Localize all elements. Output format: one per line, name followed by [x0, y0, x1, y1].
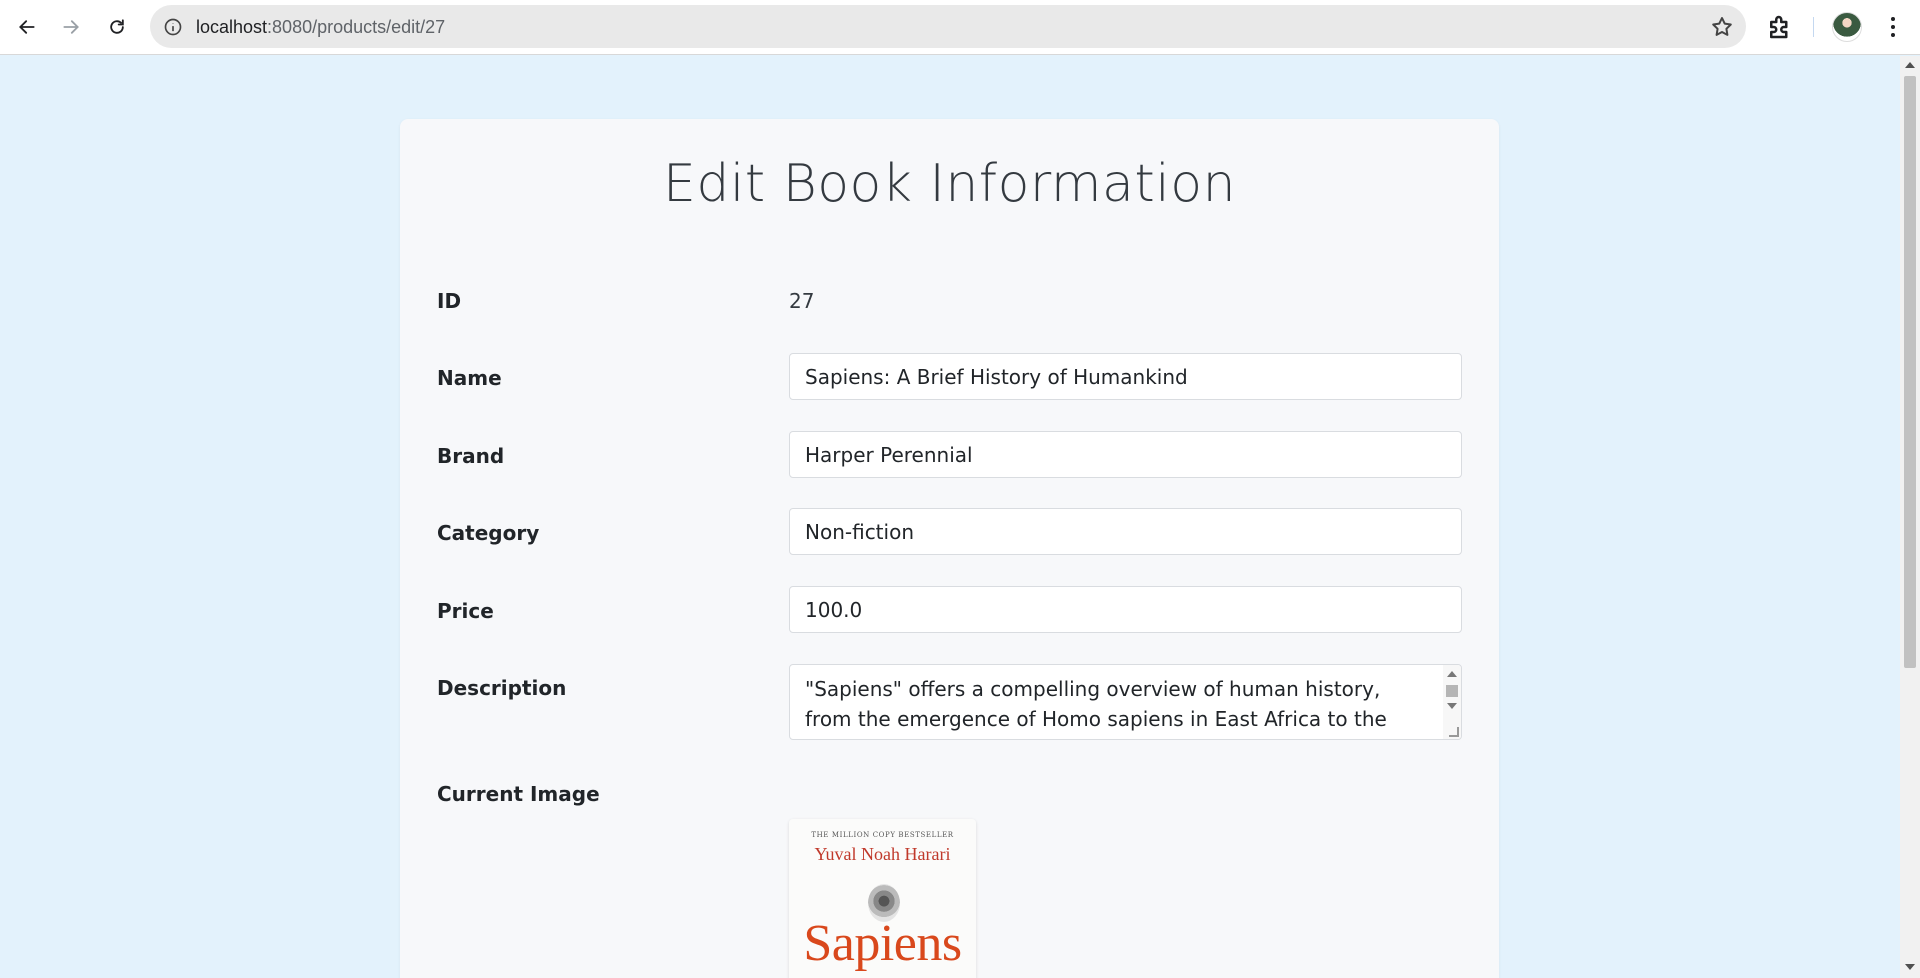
forward-arrow-icon[interactable] — [55, 11, 87, 43]
id-label: ID — [437, 289, 462, 313]
textarea-scroll-thumb[interactable] — [1446, 685, 1458, 697]
price-label: Price — [437, 599, 494, 623]
cover-author: Yuval Noah Harari — [814, 844, 951, 864]
kebab-menu-icon[interactable] — [1880, 13, 1906, 41]
url-host: localhost — [196, 17, 268, 37]
name-field-value: Sapiens: A Brief History of Humankind — [805, 364, 1188, 389]
site-info-icon[interactable] — [160, 14, 186, 40]
id-value: 27 — [789, 289, 815, 313]
page-scrollbar[interactable] — [1900, 56, 1920, 978]
description-text: "Sapiens" offers a compelling overview o… — [805, 677, 1387, 739]
resize-handle-icon[interactable] — [1449, 727, 1459, 737]
description-label: Description — [437, 676, 567, 700]
brand-label: Brand — [437, 444, 505, 468]
url-text[interactable]: localhost:8080/products/edit/27 — [196, 17, 445, 38]
toolbar-separator — [1813, 17, 1814, 37]
page-title: Edit Book Information — [662, 154, 1237, 214]
scroll-thumb[interactable] — [1904, 76, 1916, 668]
description-textarea[interactable]: "Sapiens" offers a compelling overview o… — [789, 664, 1462, 740]
category-label: Category — [437, 521, 540, 545]
category-field[interactable]: Non-fiction — [789, 508, 1462, 555]
profile-avatar[interactable] — [1832, 12, 1862, 42]
cover-title: Sapiens — [803, 915, 962, 972]
name-label: Name — [437, 366, 502, 390]
cover-tagline: THE MILLION COPY BESTSELLER — [811, 831, 954, 839]
brand-field[interactable]: Harper Perennial — [789, 431, 1462, 478]
scroll-down-arrow-icon[interactable] — [1905, 964, 1915, 970]
bookmark-star-icon[interactable] — [1710, 15, 1734, 39]
category-field-value: Non-fiction — [805, 519, 914, 544]
back-arrow-icon[interactable] — [11, 11, 43, 43]
textarea-scroll-down-icon[interactable] — [1447, 703, 1457, 709]
url-path: :8080/products/edit/27 — [267, 17, 446, 37]
price-field-value: 100.0 — [805, 597, 863, 622]
brand-field-value: Harper Perennial — [805, 442, 973, 467]
address-bar[interactable]: localhost:8080/products/edit/27 — [150, 5, 1746, 48]
current-image-label: Current Image — [437, 782, 600, 806]
price-field[interactable]: 100.0 — [789, 586, 1462, 633]
extensions-puzzle-icon[interactable] — [1765, 12, 1795, 42]
textarea-scroll-up-icon[interactable] — [1447, 671, 1457, 677]
book-cover-image: THE MILLION COPY BESTSELLER Yuval Noah H… — [789, 819, 976, 978]
browser-toolbar: localhost:8080/products/edit/27 — [0, 0, 1920, 55]
reload-icon[interactable] — [101, 11, 133, 43]
name-field[interactable]: Sapiens: A Brief History of Humankind — [789, 353, 1462, 400]
scroll-up-arrow-icon[interactable] — [1905, 62, 1915, 68]
edit-book-card: Edit Book Information ID 27 Name Sapiens… — [400, 119, 1499, 978]
